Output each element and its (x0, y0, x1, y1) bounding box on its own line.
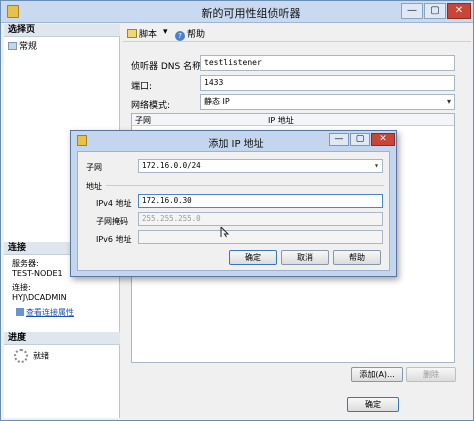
connection-value: HYJ\DCADMIN (12, 293, 67, 302)
dialog-cancel-button[interactable]: 取消 (281, 250, 329, 265)
dialog-ok-button[interactable]: 确定 (229, 250, 277, 265)
add-ip-dialog: 添加 IP 地址 — ▢ ✕ 子网 172.16.0.0/24 ▾ 地址 IPv… (70, 130, 397, 277)
help-icon: ? (175, 31, 185, 41)
dialog-help-button[interactable]: 帮助 (333, 250, 381, 265)
subnet-label: 子网 (86, 163, 102, 172)
dns-name-label: 侦听器 DNS 名称: (131, 62, 205, 72)
mouse-cursor-icon (220, 226, 230, 238)
progress-status-label: 就绪 (33, 351, 49, 361)
help-button[interactable]: ? 帮助 (175, 27, 205, 41)
progress-spinner-icon (14, 349, 28, 363)
view-connection-properties-link[interactable]: 查看连接属性 (16, 307, 74, 318)
address-group-divider (106, 185, 384, 186)
dialog-app-icon (77, 135, 87, 146)
page-item-label: 常规 (19, 42, 38, 52)
page-icon (8, 42, 17, 50)
view-connection-properties-label: 查看连接属性 (26, 308, 74, 317)
subnet-select[interactable]: 172.16.0.0/24 ▾ (138, 159, 383, 173)
network-mode-label: 网络模式: (131, 101, 171, 111)
dialog-body: 子网 172.16.0.0/24 ▾ 地址 IPv4 地址 172.16.0.3… (77, 151, 390, 271)
dialog-maximize-button[interactable]: ▢ (350, 133, 370, 146)
page-item-general[interactable]: 常规 (8, 39, 37, 52)
column-ip-address: IP 地址 (268, 116, 294, 125)
script-label: 脚本 (139, 30, 158, 40)
chevron-down-icon: ▾ (374, 161, 379, 170)
help-label: 帮助 (187, 30, 206, 40)
window-titlebar[interactable]: 新的可用性组侦听器 — ▢ ✕ (1, 1, 473, 23)
column-subnet: 子网 (135, 116, 151, 125)
subnet-value: 172.16.0.0/24 (142, 161, 201, 170)
subnet-mask-input[interactable]: 255.255.255.0 (138, 212, 383, 226)
add-button[interactable]: 添加(A)... (351, 367, 403, 382)
ipv4-label: IPv4 地址 (96, 199, 132, 208)
connection-label: 连接: (12, 283, 31, 292)
script-icon (127, 29, 137, 38)
window-title: 新的可用性组侦听器 (201, 7, 301, 20)
vertical-scrollbar[interactable] (467, 46, 473, 366)
script-dropdown-icon[interactable]: ▾ (163, 27, 168, 37)
script-button[interactable]: 脚本 (127, 27, 157, 40)
maximize-button[interactable]: ▢ (424, 3, 446, 19)
progress-header: 进度 (4, 332, 120, 345)
minimize-button[interactable]: — (401, 3, 423, 19)
dialog-minimize-button[interactable]: — (329, 133, 349, 146)
address-group-label: 地址 (86, 182, 102, 191)
app-icon (7, 5, 19, 18)
ipv4-input[interactable]: 172.16.0.30 (138, 194, 383, 208)
port-input[interactable]: 1433 (200, 75, 455, 91)
dialog-title: 添加 IP 地址 (208, 139, 264, 150)
dns-name-input[interactable]: testlistener (200, 55, 455, 71)
chevron-down-icon: ▾ (446, 97, 451, 106)
network-mode-value: 静态 IP (204, 97, 230, 106)
select-page-header: 选择页 (4, 24, 120, 37)
progress-status: 就绪 (14, 349, 49, 363)
network-mode-select[interactable]: 静态 IP ▾ (200, 94, 455, 110)
properties-icon (16, 308, 24, 316)
grid-header: 子网 IP 地址 (132, 114, 454, 126)
dialog-close-button[interactable]: ✕ (371, 133, 395, 146)
remove-button[interactable]: 删除 (406, 367, 456, 382)
ipv6-label: IPv6 地址 (96, 235, 132, 244)
close-button[interactable]: ✕ (447, 3, 471, 19)
subnet-mask-label: 子网掩码 (96, 217, 128, 226)
toolbar: 脚本 ▾ ? 帮助 (123, 24, 471, 42)
port-label: 端口: (131, 82, 153, 92)
ok-button[interactable]: 确定 (347, 397, 399, 412)
ipv6-input[interactable] (138, 230, 383, 244)
